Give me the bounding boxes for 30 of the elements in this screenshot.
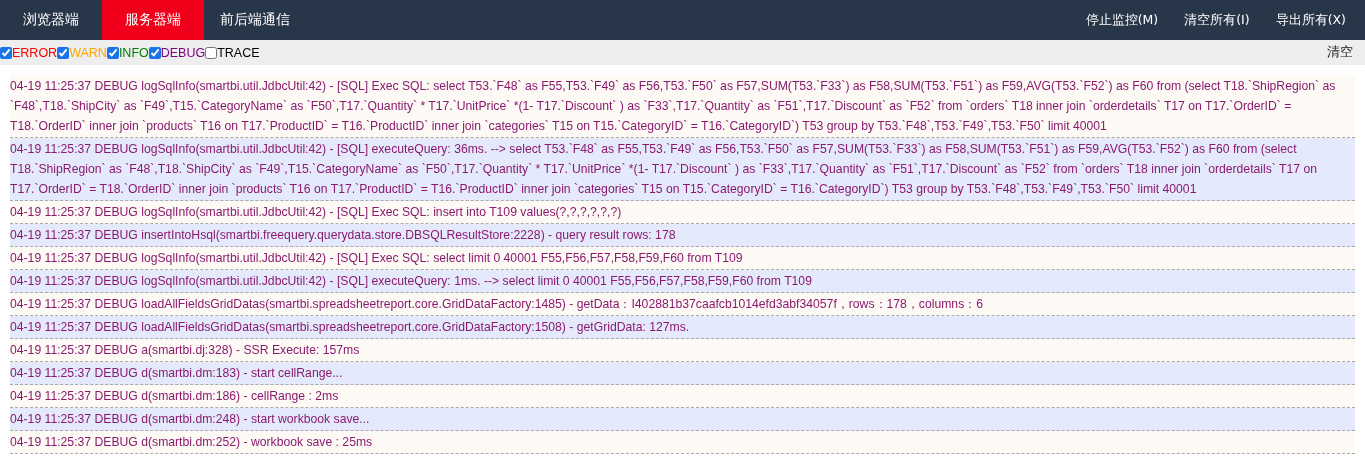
- toolbar-action[interactable]: 停止监控(M): [1072, 0, 1172, 40]
- log-entry: 04-19 11:25:37 DEBUG loadAllFieldsGridDatas(smartbi.spreadsheetreport.core.GridDataFactory:1485) - getData：I402881b37caafcb1014efd3abf34057f，rows：178，columns：6: [10, 293, 1355, 316]
- toolbar-action[interactable]: 清空所有(I): [1171, 0, 1263, 40]
- level-checkbox[interactable]: [0, 46, 12, 59]
- level-checkbox[interactable]: [57, 46, 70, 59]
- log-entry: 04-19 11:25:37 DEBUG logSqlInfo(smartbi.util.JdbcUtil:42) - [SQL] Exec SQL: select T53.`F48` as F55,T53.`F49` as F56,T53.`F50` as F57,SUM(T53.`F33`) as F58,SUM(T53.`F51`) as F59,AVG(T53.`F52`) as F60 from (select T18.`ShipRegion` as `F48`,T18.`ShipCity` as `F49`,T15.`CategoryName` as `F50`,T17.`Quantity` * T17.`UnitPrice` *(1- T17.`Discount` ) as `F33`,T17.`Quantity` as `F51`,T17.`Discount` as `F52` from `orders` T18 inner join `orderdetails` T17 on T17.`OrderID` = T18.`OrderID` inner join `products` T16 on T17.`ProductID` = T16.`ProductID` inner join `categories` T15 on T15.`CategoryID` = T16.`CategoryID`) T53 group by T53.`F48`,T53.`F49`,T53.`F50` limit 40001: [10, 75, 1355, 138]
- log-entry: 04-19 11:25:37 DEBUG logSqlInfo(smartbi.util.JdbcUtil:42) - [SQL] Exec SQL: insert into T109 values(?,?,?,?,?,?): [10, 201, 1355, 224]
- level-label: ERROR: [12, 45, 58, 60]
- level-checkbox[interactable]: [205, 46, 218, 59]
- level-label: INFO: [118, 45, 149, 60]
- log-entry: 04-19 11:25:37 DEBUG insertIntoHsql(smartbi.freequery.querydata.store.DBSQLResultStore:2228) - query result rows: 178: [10, 224, 1355, 247]
- level-checkbox[interactable]: [106, 46, 119, 59]
- log-entry: 04-19 11:25:37 DEBUG logSqlInfo(smartbi.util.JdbcUtil:42) - [SQL] Exec SQL: select limit 0 40001 F55,F56,F57,F58,F59,F60 from T109: [10, 247, 1355, 270]
- level-checkbox[interactable]: [148, 46, 161, 59]
- log-entry: 04-19 11:25:37 DEBUG loadAllFieldsGridDatas(smartbi.spreadsheetreport.core.GridDataFactory:1508) - getGridData: 127ms.: [10, 316, 1355, 339]
- level-label: WARN: [69, 45, 107, 60]
- toolbar-action[interactable]: 导出所有(X): [1262, 0, 1359, 40]
- log-entry: 04-19 11:25:37 DEBUG logSqlInfo(smartbi.util.JdbcUtil:42) - [SQL] executeQuery: 1ms. --> select limit 0 40001 F55,F56,F57,F58,F59,F60 from T109: [10, 270, 1355, 293]
- nav-tab[interactable]: 前后端通信: [204, 0, 306, 40]
- log-entry: 04-19 11:25:37 DEBUG d(smartbi.dm:248) - start workbook save...: [10, 408, 1355, 431]
- level-label: TRACE: [217, 45, 260, 60]
- log-entry: 04-19 11:25:37 DEBUG d(smartbi.dm:252) - workbook save : 25ms: [10, 431, 1355, 454]
- log-entry: 04-19 11:25:37 DEBUG d(smartbi.dm:186) - cellRange : 2ms: [10, 385, 1355, 408]
- nav-tab[interactable]: 浏览器端: [0, 0, 102, 40]
- nav-tab[interactable]: 服务器端: [102, 0, 204, 40]
- log-entry: 04-19 11:25:37 DEBUG a(smartbi.dj:328) - SSR Execute: 157ms: [10, 339, 1355, 362]
- level-label: DEBUG: [160, 45, 206, 60]
- log-entry: 04-19 11:25:37 DEBUG logSqlInfo(smartbi.util.JdbcUtil:42) - [SQL] executeQuery: 36ms. --> select T53.`F48` as F55,T53.`F49` as F56,T53.`F50` as F57,SUM(T53.`F33`) as F58,SUM(T53.`F51`) as F59,AVG(T53.`F52`) as F60 from (select T18.`ShipRegion` as `F48`,T18.`ShipCity` as `F49`,T15.`CategoryName` as `F50`,T17.`Quantity` * T17.`UnitPrice` *(1- T17.`Discount` ) as `F33`,T17.`Quantity` as `F51`,T17.`Discount` as `F52` from `orders` T18 inner join `orderdetails` T17 on T17.`OrderID` = T18.`OrderID` inner join `products` T16 on T17.`ProductID` = T16.`ProductID` inner join `categories` T15 on T15.`CategoryID` = T16.`CategoryID`) T53 group by T53.`F48`,T53.`F49`,T53.`F50` limit 40001: [10, 138, 1355, 201]
- clear-button[interactable]: 清空: [1315, 44, 1365, 61]
- log-entry: 04-19 11:25:37 DEBUG d(smartbi.dm:183) - start cellRange...: [10, 362, 1355, 385]
